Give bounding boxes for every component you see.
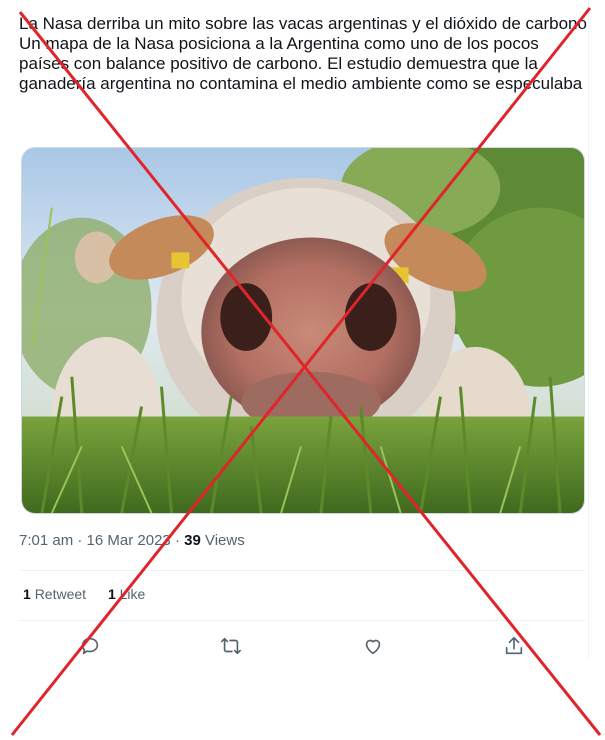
tweet-time: 7:01 am xyxy=(19,532,74,549)
divider xyxy=(19,620,586,621)
views-label: Views xyxy=(204,532,245,549)
retweet-button[interactable] xyxy=(217,632,245,660)
likes-stat[interactable]: 1 Like xyxy=(108,586,145,602)
retweets-stat[interactable]: 1 Retweet xyxy=(23,586,90,602)
like-icon xyxy=(365,639,381,655)
retweets-label: Retweet xyxy=(34,586,87,602)
tweet-timestamp[interactable]: 7:01 am · 16 Mar 2023 · 39 Views xyxy=(19,532,245,549)
share-button[interactable] xyxy=(500,632,528,660)
retweets-count: 1 xyxy=(23,586,31,602)
reply-button[interactable] xyxy=(76,632,104,660)
tweet-stats: 1 Retweet 1 Like xyxy=(23,586,163,602)
meta-separator: · xyxy=(77,532,83,549)
retweet-icon xyxy=(221,637,241,655)
tweet-text: La Nasa derriba un mito sobre las vacas … xyxy=(19,14,589,94)
cow-photo-illustration xyxy=(22,148,584,513)
panel-border xyxy=(588,0,589,660)
tweet-text-line-2: Un mapa de la Nasa posiciona a la Argent… xyxy=(19,34,583,93)
reply-icon xyxy=(81,637,99,655)
divider xyxy=(19,570,586,571)
tweet-photo[interactable] xyxy=(21,147,585,514)
action-bar xyxy=(60,632,540,660)
likes-count: 1 xyxy=(107,586,116,602)
like-button[interactable] xyxy=(359,632,387,660)
meta-separator-2: · xyxy=(174,532,180,549)
views-count: 39 xyxy=(184,532,201,549)
share-icon xyxy=(505,636,523,655)
tweet-text-line-1: La Nasa derriba un mito sobre las vacas … xyxy=(19,14,587,33)
tweet-date: 16 Mar 2023 xyxy=(86,532,171,549)
likes-label: Like xyxy=(119,586,146,602)
